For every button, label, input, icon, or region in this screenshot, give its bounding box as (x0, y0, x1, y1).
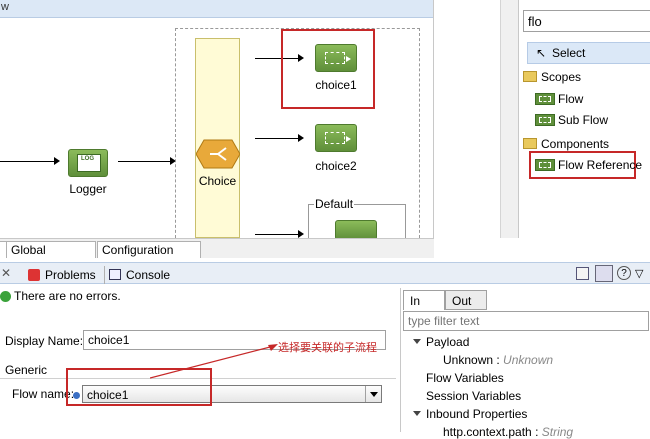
choice-icon (196, 139, 240, 169)
tree-item-unknown[interactable]: Unknown : Unknown (443, 353, 553, 367)
palette-item-subflow[interactable]: Sub Flow (533, 110, 650, 130)
palette-item-flow-reference[interactable]: Flow Reference (533, 155, 643, 175)
expand-icon[interactable] (413, 411, 421, 416)
default-label: Default (314, 197, 355, 211)
layout-icon[interactable] (595, 265, 613, 282)
problems-icon (28, 269, 40, 281)
close-icon[interactable]: ✕ (1, 266, 11, 280)
choice1-label: choice1 (315, 78, 357, 92)
folder-icon (523, 71, 537, 82)
tree-item-inbound-properties[interactable]: Inbound Properties (426, 407, 527, 421)
tree-type: String (541, 425, 574, 439)
palette-item-flow[interactable]: Flow (533, 89, 650, 109)
tab-configuration-xml[interactable]: Configuration XML (97, 241, 201, 274)
subflow-icon (535, 114, 555, 126)
tab-console[interactable]: Console (104, 266, 170, 284)
help-icon[interactable]: ? (617, 266, 631, 280)
expand-icon[interactable] (413, 339, 421, 344)
annotation-text: 选择要关联的子流程 (278, 342, 377, 354)
chevron-down-icon[interactable] (365, 386, 381, 402)
palette-item-label: Flow Reference (558, 158, 643, 172)
connector-arrow (54, 157, 60, 165)
generic-section-title: Generic (5, 363, 48, 377)
choice2-label: choice2 (315, 159, 357, 173)
tree-key: http.context.path : (443, 425, 539, 439)
logger-label: Logger (69, 182, 107, 196)
connector-line (0, 161, 54, 162)
filter-input[interactable] (403, 311, 649, 331)
palette-panel: ↖ Select Scopes Flow Sub Flow Components… (518, 0, 650, 238)
status-ok-icon (0, 291, 11, 302)
data-tree: Payload Unknown : Unknown Flow Variables… (401, 332, 650, 439)
flow-name-label: Flow name: (12, 387, 75, 401)
console-icon (109, 269, 121, 280)
tab-out[interactable]: Out (445, 290, 487, 310)
flow-canvas[interactable]: w LOG Logger Choice choice1 choice2 Defa… (0, 0, 434, 238)
route-line (255, 234, 299, 235)
default-node[interactable] (335, 220, 377, 238)
data-sense-panel: In Out Payload Unknown : Unknown Flow Va… (400, 288, 650, 439)
tab-global-elements[interactable]: Global Elements (6, 241, 96, 274)
select-label: Select (552, 46, 586, 60)
tab-console-label: Console (126, 268, 171, 282)
route-line (255, 138, 299, 139)
tab-problems-label: Problems (45, 268, 96, 282)
palette-item-label: Sub Flow (558, 113, 609, 127)
flow-icon (535, 93, 555, 105)
bottom-panel-header: ✕ Problems Console ? ▽ (0, 262, 650, 284)
flow-reference-icon (535, 159, 555, 171)
tree-item-session-variables[interactable]: Session Variables (426, 389, 521, 403)
choice1-node[interactable] (315, 44, 357, 72)
tree-key: Unknown : (443, 353, 500, 367)
canvas-header-text: w (1, 1, 9, 13)
choice2-node[interactable] (315, 124, 357, 152)
route-arrow (298, 134, 304, 142)
save-icon[interactable] (576, 267, 589, 280)
editor-tabs: Global Elements Configuration XML (0, 238, 434, 274)
tree-item-payload[interactable]: Payload (426, 335, 469, 349)
palette-group-label: Scopes (541, 70, 582, 84)
tree-item-flow-variables[interactable]: Flow Variables (426, 371, 504, 385)
properties-panel: Display Name: Generic Flow name: choice1… (0, 306, 396, 432)
pointer-icon: ↖ (536, 46, 547, 60)
palette-search-input[interactable] (523, 10, 650, 32)
palette-group-scopes[interactable]: Scopes (521, 67, 650, 87)
select-tool[interactable]: ↖ Select (527, 42, 650, 64)
annotation-arrow (150, 344, 278, 379)
logger-node[interactable]: LOG (68, 149, 108, 177)
tab-problems[interactable]: Problems (28, 266, 98, 284)
tree-item-http-context-path[interactable]: http.context.path : String (443, 425, 573, 439)
tab-in[interactable]: In (403, 290, 445, 310)
folder-icon (523, 138, 537, 149)
palette-item-label: Flow (558, 92, 584, 106)
display-name-label: Display Name: (5, 334, 84, 348)
route-arrow (298, 230, 304, 238)
choice-label: Choice (198, 174, 237, 188)
connector-line (118, 161, 170, 162)
chevron-down-icon[interactable]: ▽ (635, 267, 643, 280)
canvas-header: w (0, 0, 433, 18)
status-text: There are no errors. (14, 289, 121, 303)
tree-type: Unknown (503, 353, 554, 367)
canvas-scrollbar[interactable] (500, 0, 518, 238)
